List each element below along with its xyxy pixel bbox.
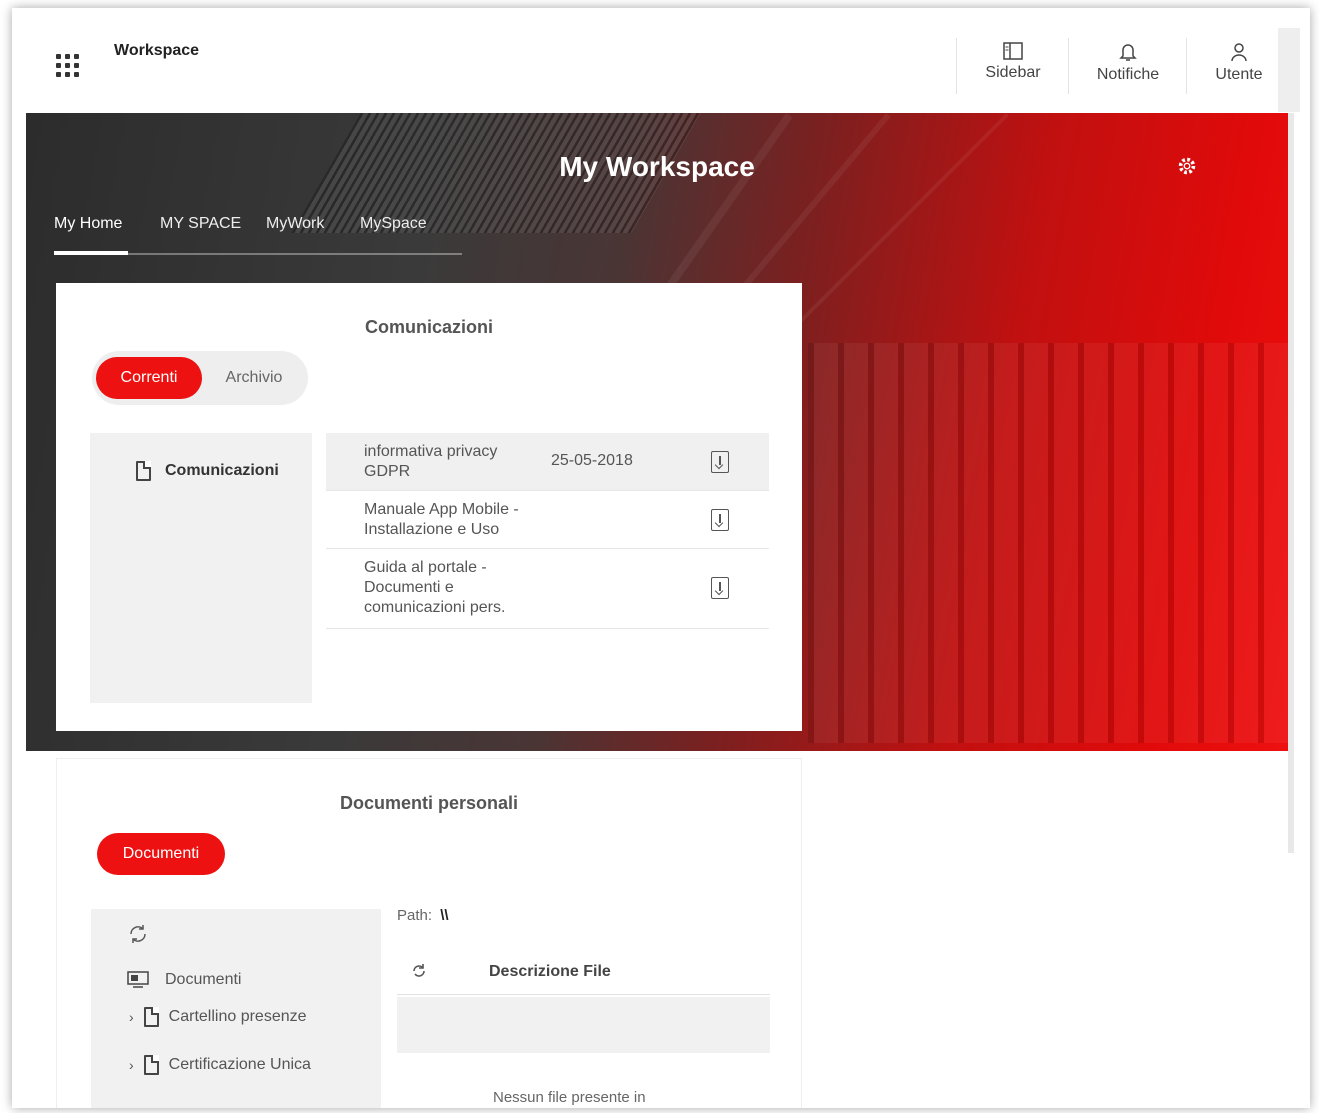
tree-root-documents[interactable]: Documenti	[127, 971, 241, 989]
workspace-tabs: My Home MY SPACE MyWork MySpace	[54, 205, 462, 255]
tree-item-label: Cartellino presenze	[168, 1008, 307, 1025]
item-date: 25-05-2018	[551, 452, 633, 469]
building-facade	[808, 343, 1288, 743]
item-name: Manuale App Mobile - Installazione e Uso	[364, 501, 519, 538]
download-icon[interactable]	[711, 451, 729, 473]
notifications-label: Notifiche	[1096, 66, 1160, 83]
list-item[interactable]: Guida al portale - Documenti e comunicaz…	[326, 549, 769, 629]
empty-state-text: Nessun file presente in	[493, 1089, 646, 1106]
user-label: Utente	[1215, 66, 1263, 83]
sync-icon[interactable]	[411, 963, 427, 979]
communications-folder-panel: Comunicazioni	[90, 433, 312, 703]
download-icon[interactable]	[711, 577, 729, 599]
files-table-header: Descrizione File	[397, 949, 770, 995]
top-header: Workspace Sidebar Notifiche Utente	[26, 8, 1292, 113]
vertical-scrollbar[interactable]	[1288, 113, 1294, 853]
files-table-row	[397, 997, 770, 1053]
tab-mywork[interactable]: MyWork	[266, 215, 324, 233]
tab-my-space-upper[interactable]: MY SPACE	[160, 215, 241, 233]
current-toggle-button[interactable]: Correnti	[96, 357, 202, 399]
column-header-description[interactable]: Descrizione File	[489, 963, 611, 981]
download-icon[interactable]	[711, 509, 729, 531]
monitor-icon	[127, 971, 149, 988]
tab-myspace[interactable]: MySpace	[360, 215, 427, 233]
tree-root-label: Documenti	[165, 971, 242, 988]
app-window: Workspace Sidebar Notifiche Utente My Wo…	[12, 8, 1310, 1108]
archive-toggle-button[interactable]: Archivio	[204, 357, 304, 399]
gear-icon[interactable]	[1176, 155, 1198, 177]
chevron-right-icon[interactable]: ›	[129, 1009, 134, 1025]
header-divider	[956, 38, 957, 94]
path-display: Path: \\	[397, 907, 449, 924]
personal-documents-card: Documenti personali Documenti Documenti …	[56, 758, 802, 1108]
documents-tab-button[interactable]: Documenti	[97, 833, 225, 875]
user-icon	[1231, 43, 1247, 62]
folder-item-communications[interactable]: Comunicazioni	[136, 461, 279, 481]
sidebar-icon	[1003, 42, 1023, 60]
communications-card: Comunicazioni Correnti Archivio Comunica…	[56, 283, 802, 731]
documents-title: Documenti personali	[339, 793, 519, 813]
document-icon	[143, 1055, 159, 1075]
item-name: informativa privacy GDPR	[364, 443, 498, 480]
list-item[interactable]: informativa privacy GDPR 25-05-2018	[326, 433, 769, 491]
communications-toggle: Correnti Archivio	[92, 351, 308, 405]
sidebar-label: Sidebar	[985, 64, 1041, 81]
bell-icon	[1119, 44, 1137, 61]
notifications-button[interactable]: Notifiche	[1086, 36, 1170, 96]
tree-item-cartellino[interactable]: › Cartellino presenze	[129, 1007, 307, 1027]
scroll-area-edge	[1278, 28, 1300, 112]
list-item[interactable]: Manuale App Mobile - Installazione e Uso	[326, 491, 769, 549]
tree-item-label: Certificazione Unica	[168, 1056, 311, 1073]
sidebar-button[interactable]: Sidebar	[976, 36, 1050, 96]
documents-tree-panel: Documenti › Cartellino presenze › Certif…	[91, 909, 381, 1108]
chevron-right-icon[interactable]: ›	[129, 1057, 134, 1073]
path-label: Path:	[397, 907, 433, 924]
item-name: Guida al portale - Documenti e comunicaz…	[364, 559, 506, 616]
tree-item-certificazione[interactable]: › Certificazione Unica	[129, 1055, 311, 1075]
folder-label: Comunicazioni	[165, 462, 279, 479]
refresh-icon[interactable]	[127, 923, 149, 945]
tab-my-home[interactable]: My Home	[54, 215, 122, 233]
app-title: Workspace	[114, 42, 200, 59]
document-icon	[136, 461, 151, 481]
document-icon	[143, 1007, 159, 1027]
user-button[interactable]: Utente	[1204, 36, 1274, 96]
active-tab-indicator	[54, 251, 128, 255]
header-divider	[1186, 38, 1187, 94]
communications-title: Comunicazioni	[364, 317, 493, 337]
header-divider	[1068, 38, 1069, 94]
path-value: \\	[440, 907, 449, 924]
app-launcher-icon[interactable]	[56, 54, 82, 80]
page-title: My Workspace	[559, 151, 755, 182]
communications-list: informativa privacy GDPR 25-05-2018 Manu…	[326, 433, 769, 633]
